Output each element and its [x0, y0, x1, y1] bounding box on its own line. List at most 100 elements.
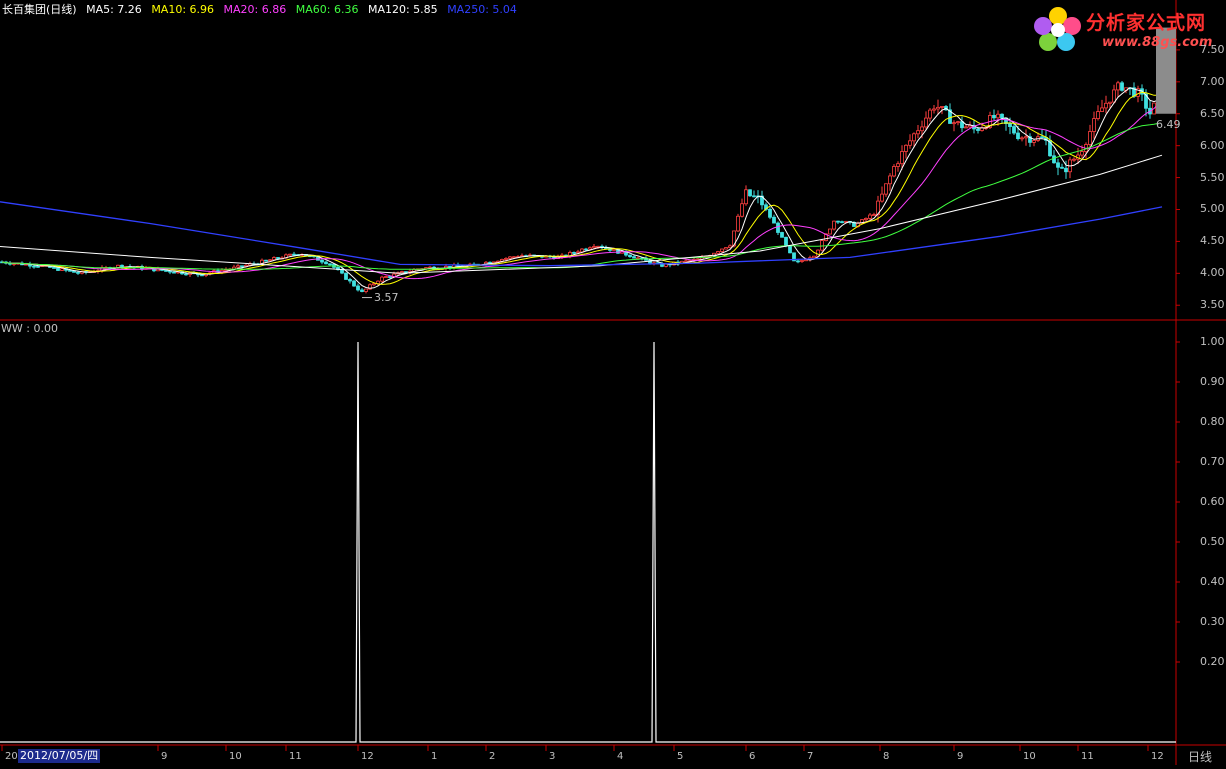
logo-url: www.88gs.com: [1102, 35, 1213, 50]
candle: [1060, 166, 1064, 169]
candle: [1096, 111, 1100, 119]
candle: [780, 232, 784, 238]
candle: [384, 276, 388, 278]
candle: [752, 195, 756, 198]
candle: [596, 245, 600, 248]
x-tick-label: 10: [229, 751, 242, 762]
y-tick-label: 6.00: [1200, 138, 1225, 152]
candle: [912, 133, 916, 142]
candle: [1064, 167, 1068, 173]
candle: [788, 245, 792, 254]
x-tick-label: 20: [5, 751, 18, 762]
candle: [36, 265, 40, 268]
candle: [1024, 136, 1028, 139]
x-tick-label: 8: [883, 751, 890, 762]
candle: [1008, 123, 1012, 127]
candle: [928, 109, 932, 119]
logo-title: 分析家公式网: [1086, 12, 1207, 34]
x-tick-label: 2: [489, 751, 496, 762]
candle: [1080, 151, 1084, 156]
stock-title: 长百集团(日线): [2, 3, 77, 16]
candle: [1056, 162, 1060, 168]
candle: [1100, 107, 1104, 112]
candle: [896, 163, 900, 167]
candle: [1000, 113, 1004, 119]
candle: [580, 248, 584, 253]
candle: [1108, 101, 1112, 104]
ma5-line: [1, 87, 1159, 289]
candle: [740, 203, 744, 217]
candle: [784, 236, 788, 246]
candle: [900, 151, 904, 165]
candle: [172, 271, 176, 274]
ind-y-tick-label: 0.30: [1200, 615, 1225, 628]
candle: [804, 259, 808, 262]
x-tick-label: 11: [1081, 751, 1094, 762]
candle: [800, 260, 804, 262]
candle: [1120, 82, 1124, 91]
candle: [32, 265, 36, 268]
ma10-label: MA10: 6.96: [151, 3, 215, 16]
candle: [716, 251, 720, 254]
period-label[interactable]: 日线: [1188, 748, 1212, 765]
candle: [924, 117, 928, 128]
x-tick-label: 7: [807, 751, 814, 762]
y-tick-label: 5.00: [1200, 202, 1225, 216]
candle: [236, 265, 240, 268]
candle: [932, 108, 936, 111]
candle: [328, 263, 332, 266]
candle: [404, 271, 408, 274]
ind-y-tick-label: 0.70: [1200, 455, 1225, 468]
candle: [1012, 126, 1016, 134]
candle: [164, 269, 168, 272]
candle: [776, 222, 780, 233]
candle: [504, 258, 508, 260]
y-tick-label: 7.50: [1200, 42, 1225, 56]
ind-y-tick-label: 0.50: [1200, 535, 1225, 548]
candle: [592, 246, 596, 249]
candle: [936, 106, 940, 110]
candle: [76, 271, 80, 274]
candle: [1104, 102, 1108, 109]
x-tick-label: 3: [549, 751, 556, 762]
candle: [488, 261, 492, 264]
candle: [996, 113, 1000, 119]
candle: [240, 265, 244, 268]
candle: [1116, 82, 1120, 91]
candle: [264, 259, 268, 262]
candle: [748, 189, 752, 197]
candle: [68, 269, 72, 272]
chart-stage[interactable]: 长百集团(日线) MA5: 7.26 MA10: 6.96 MA20: 6.86…: [0, 0, 1226, 765]
candle: [840, 221, 844, 224]
x-tick-label: 12: [361, 751, 374, 762]
candle: [872, 214, 876, 217]
y-tick-label: 4.00: [1200, 266, 1225, 280]
candle: [60, 268, 64, 271]
candle: [612, 248, 616, 251]
ind-y-tick-label: 0.80: [1200, 415, 1225, 428]
ma60-label: MA60: 6.36: [295, 3, 359, 16]
candle: [964, 126, 968, 129]
candle: [400, 271, 404, 274]
candle: [1092, 118, 1096, 132]
candle: [268, 259, 272, 262]
candle: [884, 183, 888, 195]
candle: [892, 166, 896, 177]
ma250-label: MA250: 5.04: [447, 3, 517, 16]
candle: [52, 267, 56, 269]
x-tick-label: 11: [289, 751, 302, 762]
candle: [576, 251, 580, 254]
level-annotation: 6.49: [1156, 118, 1181, 132]
candle: [340, 269, 344, 274]
candle: [976, 128, 980, 131]
chart-canvas[interactable]: [0, 0, 1226, 765]
ww-indicator-line: [0, 341, 1176, 743]
candle: [512, 256, 516, 259]
candle: [324, 261, 328, 265]
candle: [992, 115, 996, 119]
x-tick-label: 10: [1023, 751, 1036, 762]
ind-y-tick-label: 0.40: [1200, 575, 1225, 588]
x-tick-label: 1: [431, 751, 438, 762]
candle: [1020, 137, 1024, 140]
x-tick-label: 6: [749, 751, 756, 762]
